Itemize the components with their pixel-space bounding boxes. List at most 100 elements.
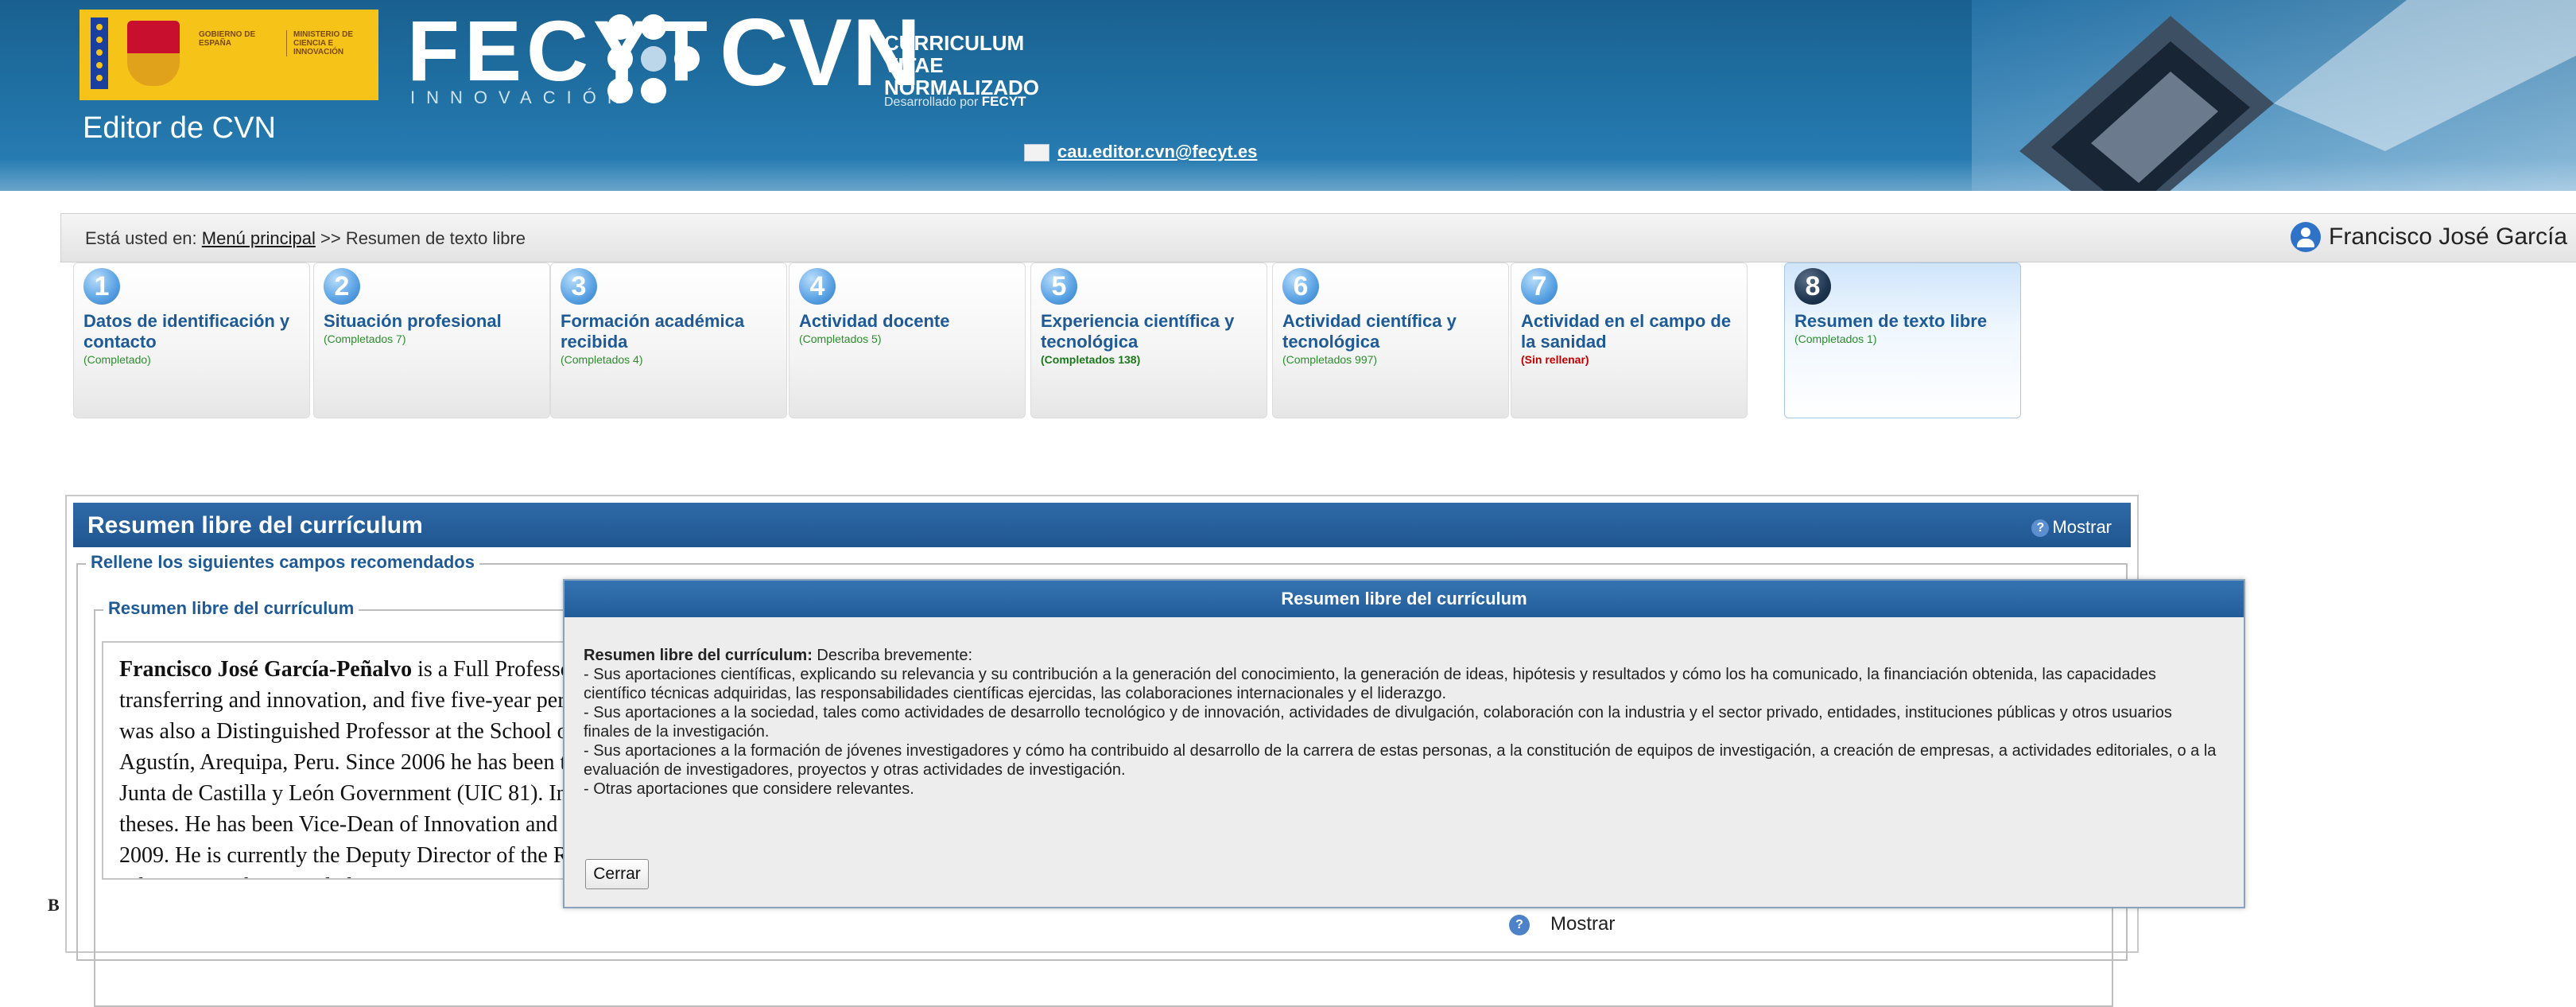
government-logo: GOBIERNO DE ESPAÑA MINISTERIO DE CIENCIA…: [80, 10, 378, 100]
help-dialog-body: Resumen libre del currículum: Describa b…: [584, 646, 2221, 799]
step-card-3[interactable]: 3 Formación académica recibida (Completado…: [550, 262, 787, 418]
step-title-text: Actividad docente: [799, 311, 950, 331]
step-title-text: Situación profesional: [324, 311, 502, 331]
help-line: - Sus aportaciones a la sociedad, tales …: [584, 704, 2172, 741]
summary-line-text: Junta de Castilla y León Government (UIC…: [119, 781, 595, 806]
gov-name: GOBIERNO DE ESPAÑA: [199, 30, 256, 48]
support-email-link[interactable]: cau.editor.cvn@fecyt.es: [1024, 142, 1257, 162]
summary-text: Francisco José García-Peñalvo is a Full …: [119, 654, 612, 878]
step-number-icon: 5: [1041, 268, 1077, 305]
summary-legend: Resumen libre del currículum: [103, 598, 359, 619]
step-status: (Completado): [83, 353, 151, 366]
site-header: GOBIERNO DE ESPAÑA MINISTERIO DE CIENCIA…: [0, 0, 2576, 191]
help-line: - Sus aportaciones científicas, explican…: [584, 666, 2156, 702]
step-title-text: Experiencia científica y tecnológica: [1041, 311, 1235, 352]
summary-line-text: Education in the Knowledge Society at US…: [119, 874, 588, 878]
breadcrumb-current: Resumen de texto libre: [345, 228, 526, 248]
user-avatar-icon[interactable]: [2291, 222, 2321, 252]
summary-author-name: Francisco José García-Peñalvo: [119, 657, 413, 682]
eu-flag-icon: [91, 17, 108, 89]
step-card-1[interactable]: 1 Datos de identificación y contacto (Comp…: [73, 262, 310, 418]
show-help-button[interactable]: ? Mostrar: [2031, 517, 2112, 538]
summary-line-text: Agustín, Arequipa, Peru. Since 2006 he h…: [119, 750, 588, 775]
close-button[interactable]: Cerrar: [585, 859, 649, 889]
step-status: (Completados 138): [1041, 353, 1141, 366]
summary-line-text: was also a Distinguished Professor at th…: [119, 719, 589, 744]
step-card-4[interactable]: 4 Actividad docente (Completados 5): [789, 262, 1026, 418]
help-icon: ?: [1509, 914, 1530, 935]
summary-text-line: theses. He has been Vice-Dean of Innovat…: [119, 809, 612, 840]
step-title: Situación profesional (Completados 7): [324, 311, 543, 346]
summary-text-line: Francisco José García-Peñalvo is a Full …: [119, 654, 612, 685]
breadcrumb-bar: Está usted en: Menú principal >> Resumen…: [60, 213, 2576, 262]
breadcrumb-separator: >>: [320, 228, 341, 248]
ministry-name: MINISTERIO DE CIENCIA E INNOVACIÓN: [286, 30, 381, 56]
panel-header: Resumen libre del currículum ? Mostrar: [73, 503, 2131, 547]
breadcrumb-link-menu[interactable]: Menú principal: [202, 228, 316, 248]
step-number-icon: 3: [561, 268, 597, 305]
step-status: (Completados 1): [1794, 332, 1877, 345]
step-title: Actividad científica y tecnológica (Compl…: [1282, 311, 1502, 367]
fecyt-mark-icon: [607, 14, 700, 103]
step-title-text: Formación académica recibida: [561, 311, 745, 352]
cvn-line1: CURRICULUM: [884, 31, 1025, 55]
step-status: (Completados 997): [1282, 353, 1378, 366]
step-title: Formación académica recibida (Completados…: [561, 311, 780, 367]
step-card-2[interactable]: 2 Situación profesional (Completados 7): [313, 262, 550, 418]
show-help-label: Mostrar: [2052, 517, 2112, 537]
recommended-fields-legend: Rellene los siguientes campos recomendad…: [86, 552, 479, 573]
developed-by-brand: FECYT: [981, 94, 1026, 109]
step-card-6[interactable]: 6 Actividad científica y tecnológica (Comp…: [1272, 262, 1509, 418]
summary-line-text: 2009. He is currently the Deputy Directo…: [119, 843, 587, 868]
breadcrumb-prefix: Está usted en:: [85, 228, 197, 248]
summary-text-line: was also a Distinguished Professor at th…: [119, 716, 612, 747]
step-title: Experiencia científica y tecnológica (Com…: [1041, 311, 1260, 367]
step-card-8[interactable]: 8 Resumen de texto libre (Completados 1): [1784, 262, 2021, 418]
step-number-icon: 6: [1282, 268, 1319, 305]
step-number-icon: 4: [799, 268, 836, 305]
step-title-text: Datos de identificación y contacto: [83, 311, 290, 352]
step-title: Actividad en el campo de la sanidad (Sin …: [1521, 311, 1740, 367]
step-number-icon: 2: [324, 268, 360, 305]
help-dialog-title: Resumen libre del currículum: [564, 581, 2244, 617]
help-dialog: Resumen libre del currículum Resumen lib…: [563, 579, 2245, 908]
step-card-5[interactable]: 5 Experiencia científica y tecnológica (Co…: [1030, 262, 1267, 418]
summary-text-line: transferring and innovation, and five fi…: [119, 685, 612, 716]
step-status: (Completados 7): [324, 332, 406, 345]
cvn-tagline: CURRICULUM VITAE NORMALIZADO: [884, 32, 1039, 99]
panel-title: Resumen libre del currículum: [87, 512, 423, 538]
help-icon: ?: [2031, 519, 2050, 538]
summary-text-line: 2009. He is currently the Deputy Directo…: [119, 840, 612, 871]
help-dialog-lead: Resumen libre del currículum: Describa b…: [584, 646, 2221, 665]
cvn-line2: VITAE: [884, 53, 944, 77]
help-line: - Sus aportaciones a la formación de jóv…: [584, 742, 2217, 779]
step-status: (Completados 4): [561, 353, 643, 366]
step-number-icon: 1: [83, 268, 120, 305]
user-name[interactable]: Francisco José García: [2329, 224, 2567, 251]
summary-line-text: transferring and innovation, and five fi…: [119, 688, 594, 713]
envelope-icon: [1024, 144, 1049, 162]
step-number-icon: 7: [1521, 268, 1558, 305]
chip-banner-image: [1972, 0, 2576, 191]
help-line: - Otras aportaciones que considere relev…: [584, 780, 914, 798]
step-title-text: Resumen de texto libre: [1794, 311, 1988, 331]
show-help-button-bottom[interactable]: ? Mostrar: [1509, 913, 1615, 935]
breadcrumb: Está usted en: Menú principal >> Resumen…: [85, 228, 526, 249]
summary-text-line: Agustín, Arequipa, Peru. Since 2006 he h…: [119, 747, 612, 778]
step-title-text: Actividad en el campo de la sanidad: [1521, 311, 1732, 352]
summary-text-line: Education in the Knowledge Society at US…: [119, 871, 612, 878]
step-title: Datos de identificación y contacto (Compl…: [83, 311, 303, 367]
step-title: Actividad docente (Completados 5): [799, 311, 1018, 346]
step-status: (Sin rellenar): [1521, 353, 1589, 366]
step-title-text: Actividad científica y tecnológica: [1282, 311, 1457, 352]
help-lead-rest: Describa brevemente:: [812, 647, 973, 664]
step-status: (Completados 5): [799, 332, 882, 345]
bold-format-button[interactable]: B: [48, 895, 60, 916]
step-card-7[interactable]: 7 Actividad en el campo de la sanidad (Sin…: [1511, 262, 1748, 418]
developed-by-label: Desarrollado por: [884, 95, 979, 109]
summary-line-text: theses. He has been Vice-Dean of Innovat…: [119, 812, 590, 837]
coat-of-arms-icon: [127, 21, 180, 86]
summary-text-line: Junta de Castilla y León Government (UIC…: [119, 778, 612, 809]
app-title: Editor de CVN: [83, 111, 276, 145]
step-title: Resumen de texto libre (Completados 1): [1794, 311, 2014, 346]
